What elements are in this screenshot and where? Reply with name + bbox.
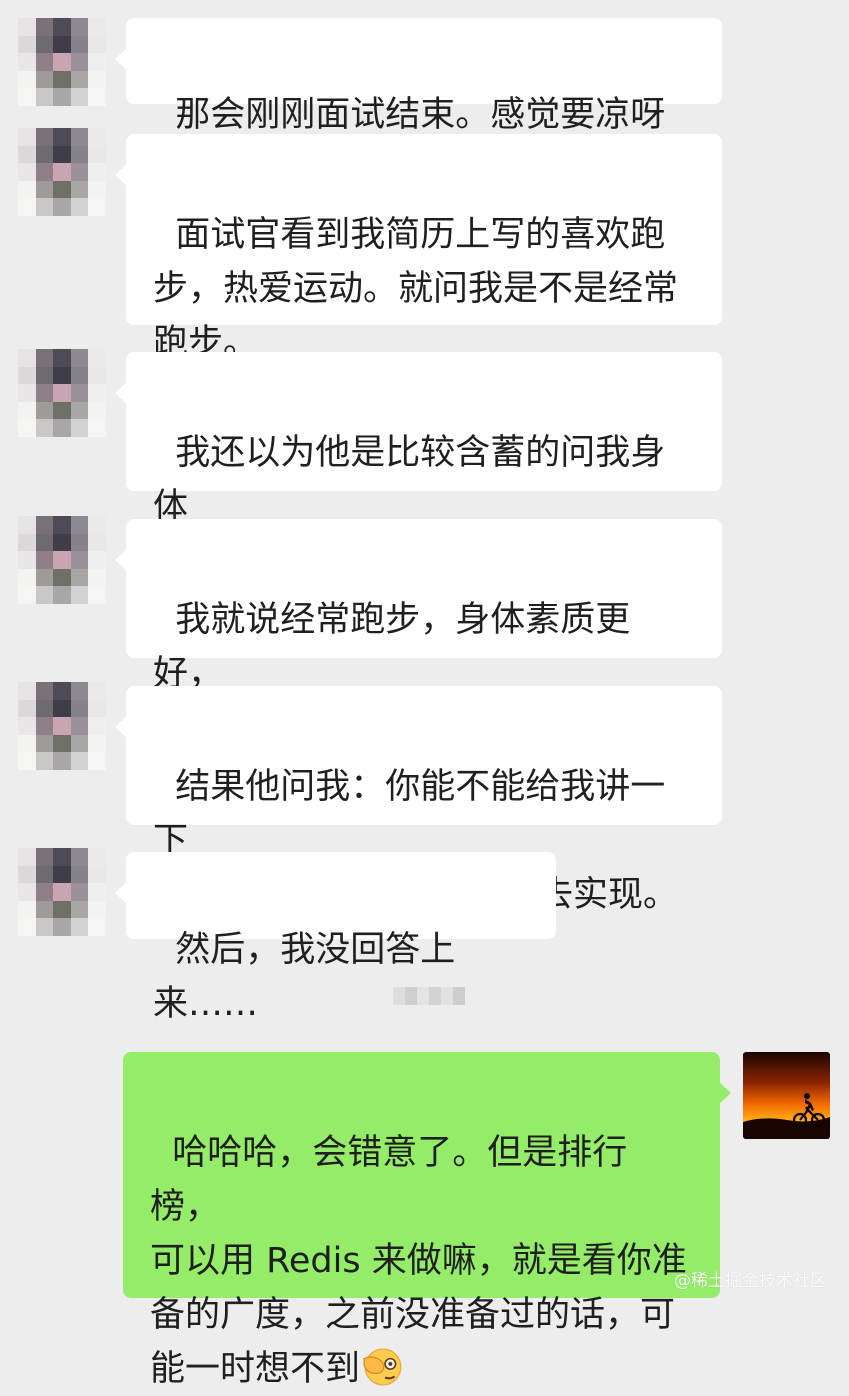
reply-message-bubble[interactable]: 哈哈哈，会错意了。但是排行榜， 可以用 Redis 来做嘛，就是看你准 备的广度… [123,1052,731,1389]
contact-avatar[interactable] [18,516,106,604]
contact-avatar[interactable] [18,349,106,437]
contact-avatar[interactable] [18,18,106,106]
message-text: 然后，我没回答上来…… [153,930,456,1024]
pixelated-avatar-image [18,848,106,936]
cyclist-sunset-avatar-image [743,1052,830,1139]
message-bubble[interactable]: 我还以为他是比较含蓄的问我身体 怎么样，能不能加班。 [115,352,722,581]
my-avatar[interactable] [743,1052,830,1139]
contact-avatar[interactable] [18,128,106,216]
pixelated-avatar-image [18,349,106,437]
contact-avatar[interactable] [18,682,106,770]
contact-avatar[interactable] [18,848,106,936]
pixelated-avatar-image [18,128,106,216]
message-bubble[interactable]: 那会刚刚面试结束。感觉要凉呀 [115,18,722,187]
message-bubble[interactable]: 然后，我没回答上来…… [115,852,556,1024]
message-text: 面试官看到我简历上写的喜欢跑 步，热爱运动。就问我是不是经常 跑步。 [153,215,679,363]
message-bubble[interactable]: 我就说经常跑步，身体素质更好， 能接受一定程度上的加班。 [115,519,722,748]
pixelated-avatar-image [18,682,106,770]
message-bubble[interactable]: 结果他问我：你能不能给我讲一下 微信运动排行榜可以怎么去实现。 [115,686,722,915]
reply-message-text: 哈哈哈，会错意了。但是排行榜， 可以用 Redis 来做嘛，就是看你准 备的广度… [150,1133,687,1389]
timestamp-divider [393,987,465,1005]
watermark: @稀土掘金技术社区 [674,1271,827,1291]
message-bubble[interactable]: 面试官看到我简历上写的喜欢跑 步，热爱运动。就问我是不是经常 跑步。 [115,134,722,363]
pixelated-avatar-image [18,18,106,106]
facepalm-face-emoji-icon [363,1348,402,1386]
pixelated-avatar-image [18,516,106,604]
message-text: 那会刚刚面试结束。感觉要凉呀 [175,95,666,135]
